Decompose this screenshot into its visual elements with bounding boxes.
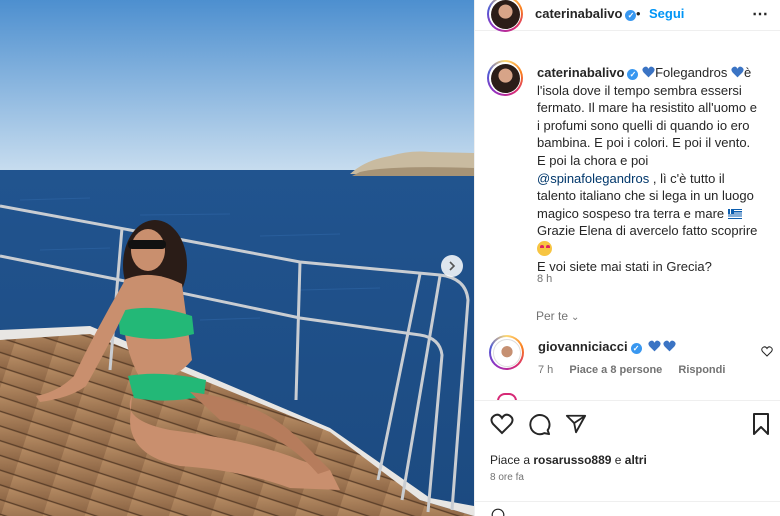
comment-like-heart-icon[interactable] — [761, 346, 773, 357]
liked-by-user-link[interactable]: rosarusso889 — [533, 453, 611, 467]
caption-username-text: caterinabalivo — [537, 65, 625, 80]
caption-question: E voi siete mai stati in Grecia? — [537, 258, 712, 274]
caption-text-1: Folegandros — [655, 65, 728, 80]
emoji-icon[interactable] — [491, 508, 505, 516]
comment-timestamp: 7 h — [538, 364, 554, 376]
caption-text-2: è l'isola dove il tempo sembra essersi f… — [537, 65, 757, 168]
comment-icon[interactable] — [528, 413, 551, 436]
verified-badge-icon: ✓ — [630, 343, 642, 354]
post-header: caterinabalivo ✓ • Segui ⋯ — [475, 0, 780, 32]
username-text: caterinabalivo — [535, 6, 623, 21]
liked-by-prefix: Piace a — [490, 453, 531, 467]
blue-heart-icon — [663, 340, 676, 352]
caption-thanks: Grazie Elena di avercelo fatto scoprire — [537, 223, 758, 239]
liked-by-text: Piace a rosarusso889 e altri — [490, 453, 647, 467]
comment-body: giovanniciacci ✓ — [538, 339, 676, 354]
comment-username[interactable]: giovanniciacci — [538, 339, 628, 354]
post-caption: caterinabalivo ✓ Folegandros è l'isola do… — [537, 64, 759, 275]
liked-by-join: e — [614, 453, 622, 467]
bookmark-icon[interactable] — [752, 413, 770, 435]
heart-eyes-emoji-icon — [537, 240, 552, 256]
chevron-down-icon: ⌄ — [571, 312, 580, 323]
share-icon[interactable] — [565, 413, 587, 435]
liked-by-others-link[interactable]: altri — [625, 453, 647, 467]
follow-button[interactable]: Segui — [649, 6, 684, 21]
caption-username[interactable]: caterinabalivo ✓ — [537, 65, 639, 80]
translation-label: Per te — [536, 309, 569, 323]
separator-dot: • — [636, 6, 641, 21]
post-timestamp: 8 ore fa — [490, 472, 524, 483]
reply-button[interactable]: Rispondi — [678, 364, 725, 376]
more-options-icon[interactable]: ⋯ — [752, 4, 769, 24]
translation-toggle[interactable]: Per te ⌄ — [536, 309, 579, 323]
blue-heart-icon — [648, 340, 661, 352]
blue-heart-icon — [642, 66, 655, 78]
photo-scene — [0, 0, 474, 516]
post-side-panel: caterinabalivo ✓ • Segui ⋯ caterinabalivo… — [474, 0, 780, 516]
comment-meta: 7 h Piace a 8 persone Rispondi — [538, 364, 738, 376]
mention-link[interactable]: @spinafolegandros — [537, 171, 649, 186]
next-photo-button[interactable] — [441, 255, 463, 277]
comment-avatar[interactable] — [489, 335, 524, 370]
avatar[interactable] — [487, 0, 523, 32]
verified-badge-icon: ✓ — [625, 10, 637, 21]
greek-flag-icon — [727, 208, 742, 219]
post-photo[interactable] — [0, 0, 474, 516]
add-comment-bar[interactable] — [475, 501, 780, 516]
username-link[interactable]: caterinabalivo ✓ — [535, 6, 637, 21]
blue-heart-icon — [731, 66, 744, 78]
like-heart-icon[interactable] — [490, 413, 514, 435]
action-bar: Piace a rosarusso889 e altri 8 ore fa — [475, 400, 780, 516]
chevron-right-icon — [449, 261, 456, 271]
caption-avatar[interactable] — [487, 60, 523, 96]
caption-timestamp: 8 h — [537, 273, 553, 285]
verified-badge-icon: ✓ — [627, 69, 639, 80]
comment-likes-link[interactable]: Piace a 8 persone — [569, 364, 662, 376]
